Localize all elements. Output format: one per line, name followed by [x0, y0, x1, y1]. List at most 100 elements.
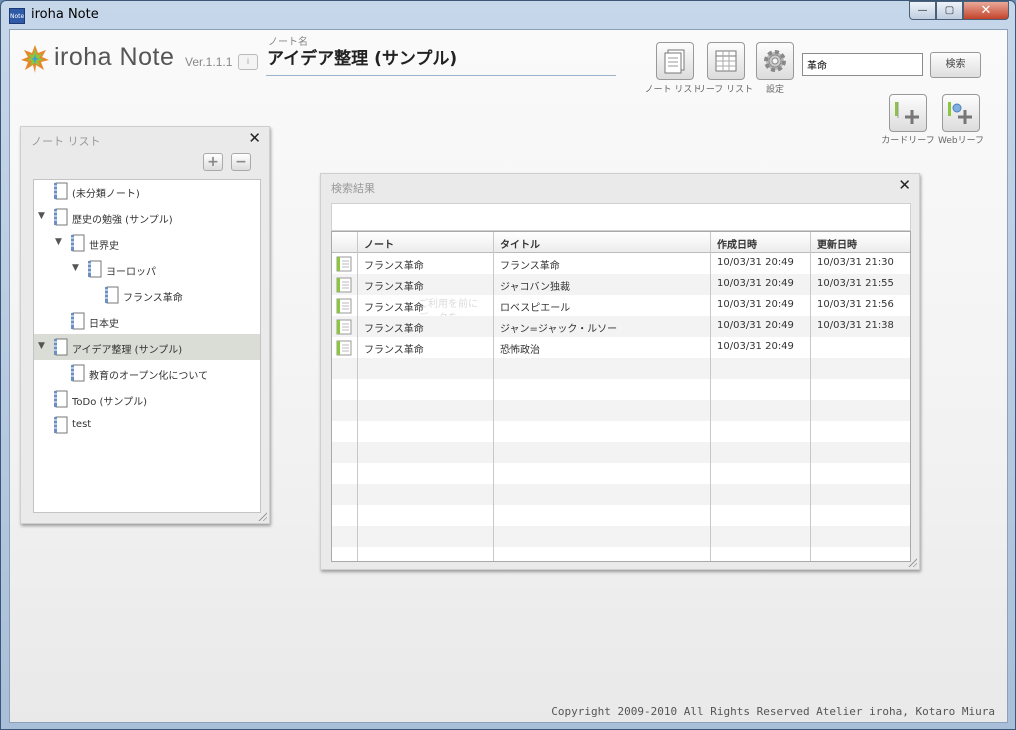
cell-created: 10/03/31 20:49	[717, 299, 794, 310]
note-list-panel: ノート リスト ✕ + − (未分類ノート) ▼ 歴史の勉強 (サンプル) ▼ 世界史 ▼…	[20, 126, 270, 524]
add-note-button[interactable]: +	[203, 153, 223, 171]
table-row[interactable]: フランス革命 ジャン=ジャック・ルソー 10/03/31 20:49 10/03/31…	[332, 316, 910, 337]
note-tree-item[interactable]: (未分類ノート)	[34, 180, 260, 204]
note-name-underline	[266, 75, 616, 76]
note-tree-item[interactable]: ToDo (サンプル)	[34, 386, 260, 412]
web-leaf-button[interactable]	[942, 94, 980, 132]
note-tree-item-label: 歴史の勉強 (サンプル)	[72, 215, 173, 226]
column-header-created[interactable]: 作成日時	[717, 236, 757, 251]
cell-note: フランス革命	[364, 282, 424, 293]
note-tree-item-label: 日本史	[89, 319, 119, 330]
cell-created: 10/03/31 20:49	[717, 341, 794, 352]
column-header-title[interactable]: タイトル	[500, 236, 540, 251]
column-divider	[493, 232, 494, 561]
column-divider	[710, 232, 711, 561]
app-window: Note iroha Note — ▢ ✕ iroha Note Ver.1.1…	[0, 0, 1016, 730]
copyright-footer: Copyright 2009-2010 All Rights Reserved …	[551, 705, 995, 718]
note-tree: (未分類ノート) ▼ 歴史の勉強 (サンプル) ▼ 世界史 ▼ ヨーロッパフランス革命日本史…	[33, 179, 261, 513]
note-tree-item-label: 世界史	[89, 241, 119, 252]
column-header-note[interactable]: ノート	[364, 236, 394, 251]
cell-title: 恐怖政治	[500, 345, 540, 356]
search-button[interactable]: 検索	[930, 52, 981, 78]
settings-button[interactable]	[756, 42, 794, 80]
cell-updated: 10/03/31 21:55	[817, 278, 894, 289]
note-tree-item[interactable]: ▼ ヨーロッパ	[34, 256, 260, 282]
notebook-icon	[103, 286, 119, 307]
expand-arrow-icon[interactable]: ▼	[38, 211, 45, 221]
note-tree-item-label: ToDo (サンプル)	[72, 397, 148, 408]
cell-title: ジャコバン独裁	[500, 282, 570, 293]
note-tree-item[interactable]: 日本史	[34, 308, 260, 334]
title-bar[interactable]: Note iroha Note — ▢ ✕	[1, 1, 1015, 29]
window-title: iroha Note	[31, 7, 99, 22]
cell-created: 10/03/31 20:49	[717, 278, 794, 289]
table-row	[332, 463, 910, 484]
note-tree-item[interactable]: test	[34, 412, 260, 438]
table-row[interactable]: フランス革命 恐怖政治 10/03/31 20:49	[332, 337, 910, 358]
table-row	[332, 484, 910, 505]
table-row	[332, 547, 910, 561]
minimize-button[interactable]: —	[909, 1, 936, 20]
note-list-icon	[664, 49, 685, 74]
remove-note-button[interactable]: −	[231, 153, 251, 171]
note-tree-item[interactable]: ▼ 世界史	[34, 230, 260, 256]
note-tree-item[interactable]: フランス革命	[34, 282, 260, 308]
search-results-panel-close-button[interactable]: ✕	[898, 176, 911, 194]
cell-note: フランス革命	[364, 324, 424, 335]
column-divider	[357, 232, 358, 561]
note-tree-item[interactable]: ▼ 歴史の勉強 (サンプル)	[34, 204, 260, 230]
cell-created: 10/03/31 20:49	[717, 320, 794, 331]
leaf-icon	[336, 340, 352, 359]
table-row	[332, 421, 910, 442]
table-row	[332, 400, 910, 421]
table-row[interactable]: フランス革命 ロベスピエール 10/03/31 20:49 10/03/31 21:5…	[332, 295, 910, 316]
note-tree-item-label: アイデア整理 (サンプル)	[72, 345, 183, 356]
table-row[interactable]: フランス革命 フランス革命 10/03/31 20:49 10/03/31 21:30	[332, 253, 910, 274]
leaf-icon	[336, 319, 352, 338]
notebook-icon	[52, 390, 68, 411]
column-header-updated[interactable]: 更新日時	[817, 236, 857, 251]
table-row	[332, 379, 910, 400]
gear-icon	[764, 50, 786, 72]
note-tree-item-label: 教育のオープン化について	[89, 371, 209, 382]
results-toolbar-area	[331, 203, 911, 231]
cell-updated: 10/03/31 21:30	[817, 257, 894, 268]
table-row	[332, 505, 910, 526]
search-results-table: サンプルご利用を前にデータをデータを引 ノート タイトル 作成日時 更新日時 フ…	[331, 231, 911, 562]
card-leaf-add-icon	[895, 102, 919, 124]
table-row	[332, 442, 910, 463]
app-logo: iroha Note Ver.1.1.1 i	[20, 42, 260, 78]
notebook-icon	[69, 234, 85, 255]
logo-text: iroha Note	[54, 43, 175, 71]
cell-title: ロベスピエール	[500, 303, 571, 314]
note-name-value[interactable]: アイデア整理 (サンプル)	[267, 44, 457, 69]
card-leaf-button[interactable]	[889, 94, 927, 132]
info-button[interactable]: i	[238, 54, 258, 70]
note-list-panel-close-button[interactable]: ✕	[248, 129, 261, 147]
cell-title: ジャン=ジャック・ルソー	[500, 324, 618, 335]
app-client-area: iroha Note Ver.1.1.1 i ノート名 アイデア整理 (サンプル…	[9, 29, 1008, 723]
note-list-label: ノート リスト	[644, 85, 702, 95]
cell-note: フランス革命	[364, 345, 424, 356]
note-tree-item[interactable]: ▼ アイデア整理 (サンプル)	[34, 334, 260, 360]
note-list-button[interactable]	[656, 42, 694, 80]
cell-updated: 10/03/31 21:38	[817, 320, 894, 331]
cell-created: 10/03/31 20:49	[717, 257, 794, 268]
table-row[interactable]: フランス革命 ジャコバン独裁 10/03/31 20:49 10/03/31 21:5…	[332, 274, 910, 295]
version-label: Ver.1.1.1	[185, 55, 233, 69]
search-results-panel: 検索結果 ✕ サンプルご利用を前にデータをデータを引 ノート タイトル 作成日時…	[320, 173, 920, 570]
leaf-list-icon	[715, 50, 737, 72]
expand-arrow-icon[interactable]: ▼	[55, 237, 62, 247]
note-tree-item-label: フランス革命	[123, 293, 183, 304]
search-input[interactable]	[802, 53, 923, 76]
maximize-button[interactable]: ▢	[936, 1, 963, 20]
leaf-list-button[interactable]	[707, 42, 745, 80]
table-row	[332, 526, 910, 547]
note-tree-item-label: (未分類ノート)	[72, 189, 140, 200]
expand-arrow-icon[interactable]: ▼	[38, 341, 45, 351]
maple-leaf-icon	[21, 45, 49, 73]
expand-arrow-icon[interactable]: ▼	[72, 263, 79, 273]
note-tree-item[interactable]: 教育のオープン化について	[34, 360, 260, 386]
close-button[interactable]: ✕	[963, 1, 1009, 20]
notebook-icon	[52, 338, 68, 359]
